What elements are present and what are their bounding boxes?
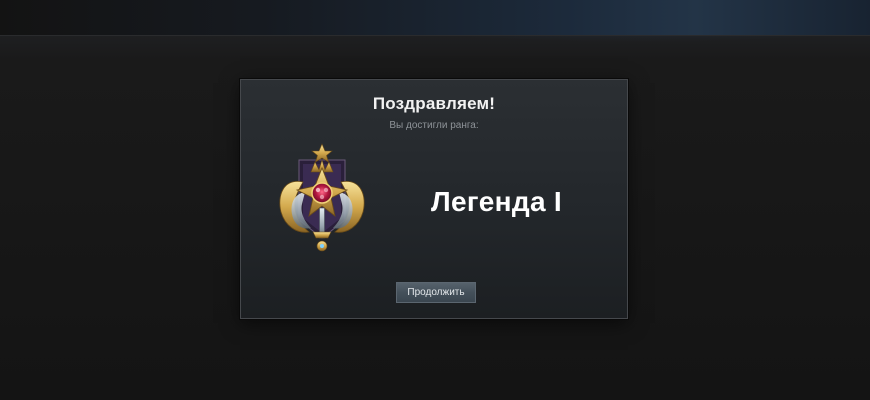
dialog-title: Поздравляем! bbox=[372, 94, 496, 113]
game-screen: Поздравляем! Вы достигли ранга: Легенда … bbox=[0, 0, 870, 400]
top-bar bbox=[0, 0, 870, 36]
continue-button[interactable]: Продолжить bbox=[396, 282, 476, 303]
dialog-subtitle: Вы достигли ранга: bbox=[389, 120, 479, 131]
rank-name: Легенда I bbox=[431, 186, 562, 217]
rank-up-dialog: Поздравляем! Вы достигли ранга: Легенда … bbox=[240, 79, 628, 319]
legend-rank-medal-icon bbox=[279, 143, 365, 252]
